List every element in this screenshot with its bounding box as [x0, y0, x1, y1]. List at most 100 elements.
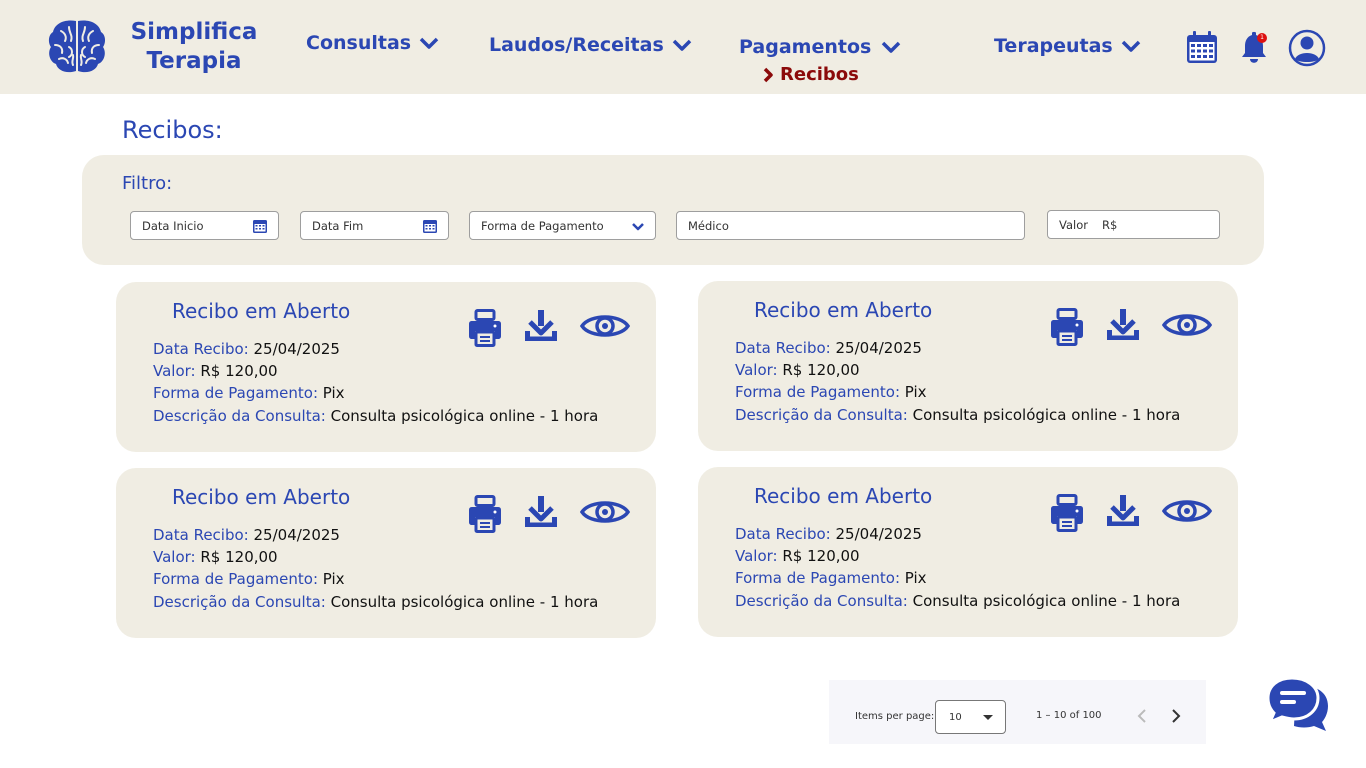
receipt-value-row: Valor: R$ 120,00: [153, 548, 278, 566]
receipt-payment-label: Forma de Pagamento:: [735, 383, 900, 401]
notification-count: 1: [1260, 34, 1264, 41]
receipt-card: Recibo em Aberto Data Recibo: 25/04/2025…: [116, 282, 656, 452]
download-icon[interactable]: [1106, 308, 1140, 342]
receipt-date-label: Data Recibo:: [153, 526, 249, 544]
brand-name: Simplifica Terapia: [128, 18, 260, 76]
nav-laudos-receitas[interactable]: Laudos/Receitas: [489, 34, 692, 56]
receipt-description-row: Descrição da Consulta: Consulta psicológ…: [735, 406, 1180, 424]
nav-sub-recibos[interactable]: Recibos: [762, 64, 859, 85]
forma-pagamento-select[interactable]: Forma de Pagamento: [469, 211, 656, 240]
receipt-description-label: Descrição da Consulta:: [153, 407, 326, 425]
download-icon[interactable]: [524, 495, 558, 529]
receipt-title: Recibo em Aberto: [754, 298, 933, 322]
receipt-value-value: R$ 120,00: [782, 361, 860, 379]
nav-terapeutas-label: Terapeutas: [994, 35, 1113, 57]
receipt-payment-label: Forma de Pagamento:: [153, 570, 318, 588]
receipt-description-row: Descrição da Consulta: Consulta psicológ…: [153, 593, 598, 611]
items-per-page-label: Items per page:: [855, 711, 935, 722]
eye-icon[interactable]: [1162, 309, 1212, 341]
receipt-value-label: Valor:: [735, 361, 778, 379]
calendar-icon[interactable]: [422, 218, 438, 234]
printer-icon[interactable]: [468, 309, 502, 347]
chevron-down-icon: [882, 41, 901, 53]
nav-pagamentos[interactable]: Pagamentos: [739, 36, 905, 58]
receipt-date-row: Data Recibo: 25/04/2025: [735, 339, 922, 357]
eye-icon[interactable]: [580, 496, 630, 528]
receipt-date-row: Data Recibo: 25/04/2025: [735, 525, 922, 543]
receipt-date-value: 25/04/2025: [253, 526, 340, 544]
receipt-value-row: Valor: R$ 120,00: [735, 547, 860, 565]
data-fim-field[interactable]: Data Fim: [300, 211, 449, 240]
top-header: Simplifica Terapia Consultas Laudos/Rece…: [0, 0, 1366, 94]
receipt-payment-row: Forma de Pagamento: Pix: [153, 570, 345, 588]
receipt-description-value: Consulta psicológica online - 1 hora: [912, 406, 1181, 424]
valor-currency-prefix: R$: [1101, 217, 1118, 232]
nav-sub-recibos-label: Recibos: [780, 64, 859, 85]
receipt-value-value: R$ 120,00: [782, 547, 860, 565]
receipt-description-label: Descrição da Consulta:: [735, 592, 908, 610]
receipt-value-label: Valor:: [735, 547, 778, 565]
receipt-payment-row: Forma de Pagamento: Pix: [735, 569, 927, 587]
filter-panel: Filtro: Data Inicio Data Fim Forma de Pa…: [82, 155, 1264, 265]
receipt-title: Recibo em Aberto: [754, 484, 933, 508]
page-range-label: 1 – 10 of 100: [1036, 710, 1102, 721]
receipt-description-row: Descrição da Consulta: Consulta psicológ…: [153, 407, 598, 425]
data-inicio-field[interactable]: Data Inicio: [130, 211, 279, 240]
chevron-right-icon: [763, 67, 773, 82]
receipt-payment-value: Pix: [322, 384, 345, 402]
receipt-date-value: 25/04/2025: [253, 340, 340, 358]
receipt-date-label: Data Recibo:: [735, 525, 831, 543]
download-icon[interactable]: [524, 309, 558, 343]
printer-icon[interactable]: [1050, 494, 1084, 532]
page-size-select[interactable]: 10: [935, 700, 1006, 734]
receipt-payment-row: Forma de Pagamento: Pix: [735, 383, 927, 401]
medico-input[interactable]: Médico: [676, 211, 1025, 240]
receipt-description-value: Consulta psicológica online - 1 hora: [330, 407, 599, 425]
user-avatar-icon[interactable]: [1288, 29, 1326, 67]
eye-icon[interactable]: [580, 310, 630, 342]
paginator: Items per page: 10 1 – 10 of 100: [829, 680, 1206, 744]
chevron-down-icon: [672, 39, 691, 51]
page-title: Recibos:: [122, 116, 223, 144]
caret-down-icon: [983, 715, 993, 720]
printer-icon[interactable]: [468, 495, 502, 533]
receipt-value-row: Valor: R$ 120,00: [153, 362, 278, 380]
medico-placeholder: Médico: [688, 218, 729, 233]
download-icon[interactable]: [1106, 494, 1140, 528]
next-page-button[interactable]: [1169, 707, 1183, 725]
data-fim-placeholder: Data Fim: [312, 218, 364, 233]
receipt-date-value: 25/04/2025: [835, 525, 922, 543]
receipt-payment-row: Forma de Pagamento: Pix: [153, 384, 345, 402]
chat-icon[interactable]: [1266, 676, 1330, 734]
brand-line-2: Terapia: [146, 48, 242, 74]
notification-badge: 1: [1257, 33, 1267, 43]
nav-terapeutas[interactable]: Terapeutas: [994, 35, 1141, 57]
calendar-icon[interactable]: [252, 218, 268, 234]
receipt-payment-value: Pix: [322, 570, 345, 588]
receipt-description-value: Consulta psicológica online - 1 hora: [330, 593, 599, 611]
calendar-icon[interactable]: [1186, 31, 1218, 64]
receipt-card: Recibo em Aberto Data Recibo: 25/04/2025…: [698, 281, 1238, 451]
page-size-value: 10: [949, 712, 962, 723]
receipt-description-value: Consulta psicológica online - 1 hora: [912, 592, 1181, 610]
receipt-description-label: Descrição da Consulta:: [153, 593, 326, 611]
notification-bell[interactable]: 1: [1238, 30, 1270, 66]
chevron-down-icon: [632, 223, 644, 231]
previous-page-button[interactable]: [1135, 707, 1149, 725]
receipt-date-label: Data Recibo:: [153, 340, 249, 358]
nav-consultas[interactable]: Consultas: [306, 32, 439, 54]
receipt-date-label: Data Recibo:: [735, 339, 831, 357]
receipt-date-row: Data Recibo: 25/04/2025: [153, 526, 340, 544]
receipt-payment-label: Forma de Pagamento:: [153, 384, 318, 402]
eye-icon[interactable]: [1162, 495, 1212, 527]
receipt-value-label: Valor:: [153, 548, 196, 566]
chevron-down-icon: [1121, 40, 1140, 52]
receipt-value-label: Valor:: [153, 362, 196, 380]
receipt-title: Recibo em Aberto: [172, 299, 351, 323]
valor-input[interactable]: Valor R$: [1047, 210, 1220, 239]
chevron-down-icon: [419, 37, 439, 49]
receipt-title: Recibo em Aberto: [172, 485, 351, 509]
receipt-value-row: Valor: R$ 120,00: [735, 361, 860, 379]
printer-icon[interactable]: [1050, 308, 1084, 346]
filter-label: Filtro:: [122, 173, 173, 194]
